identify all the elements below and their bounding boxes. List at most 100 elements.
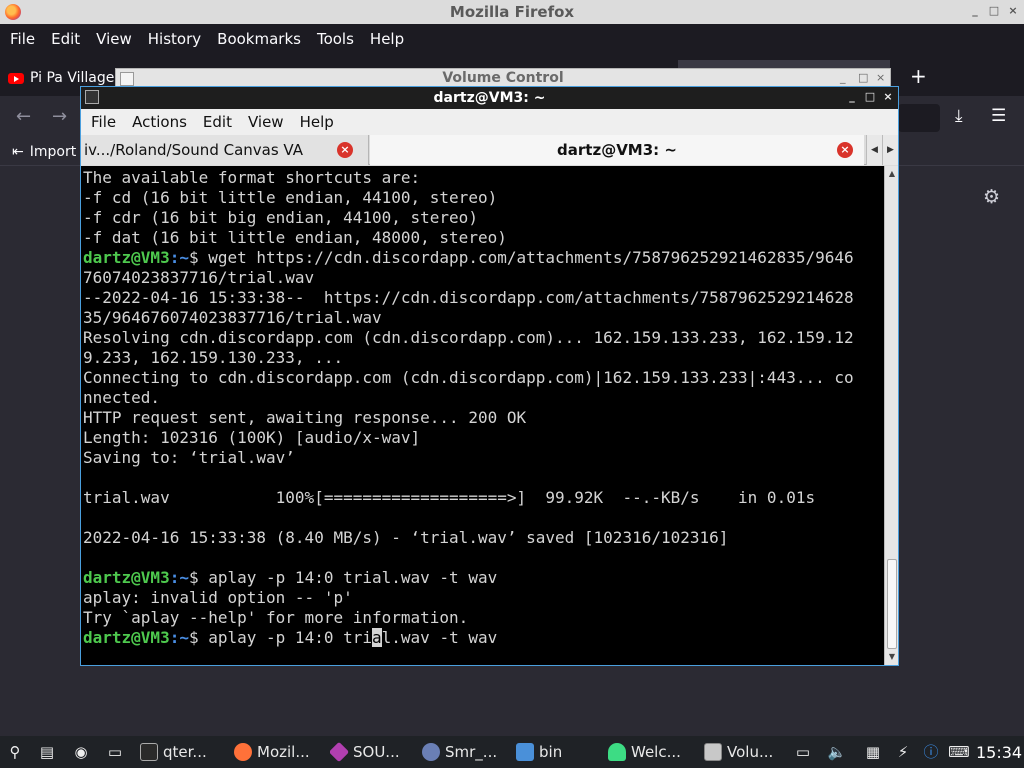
taskbar-task-volume[interactable]: Volu... xyxy=(704,738,788,766)
prompt-path: :~ xyxy=(169,568,189,587)
terminal-output[interactable]: The available format shortcuts are: -f cd… xyxy=(81,166,884,665)
gear-icon[interactable]: ⚙ xyxy=(983,186,1000,208)
volume-window-title: Volume Control xyxy=(442,70,564,86)
close-icon[interactable]: × xyxy=(1006,4,1020,17)
terminal-tab-sound-canvas[interactable]: iv.../Roland/Sound Canvas VA xyxy=(81,135,369,165)
taskbar-task-bin[interactable]: bin xyxy=(516,738,602,766)
taskbar-task-smr[interactable]: Smr_... xyxy=(422,738,510,766)
taskbar: ⚲ ▤ ◉ ▭ qter... Mozil... SOU... Smr_... … xyxy=(0,736,1024,768)
ff-menu-edit[interactable]: Edit xyxy=(43,30,88,48)
clipboard-icon[interactable]: ▦ xyxy=(862,741,884,763)
ff-menu-history[interactable]: History xyxy=(140,30,209,48)
info-icon[interactable]: ⓘ xyxy=(920,741,942,763)
firefox-logo-icon xyxy=(5,4,21,20)
ff-menu-help[interactable]: Help xyxy=(362,30,412,48)
task-label: Mozil... xyxy=(257,743,310,761)
download-icon[interactable]: ⤓ xyxy=(955,106,963,126)
terminal-lines: The available format shortcuts are: -f cd… xyxy=(83,168,854,648)
terminal-app-icon xyxy=(85,90,99,104)
close-tab-icon[interactable]: × xyxy=(337,142,353,158)
prompt-symbol: $ xyxy=(188,568,209,587)
taskbar-task-welcome[interactable]: Welc... xyxy=(608,738,698,766)
new-tab-icon[interactable]: + xyxy=(910,64,927,88)
terminal-line: 35/964676074023837716/trial.wav xyxy=(83,308,382,327)
desktop-icon[interactable]: ▭ xyxy=(104,741,126,763)
android-icon xyxy=(608,743,626,761)
close-icon[interactable]: × xyxy=(881,90,895,103)
terminal-line: dartz@VM3:~$ wget https://cdn.discordapp… xyxy=(83,248,854,268)
diamond-icon xyxy=(330,741,350,763)
keyboard-icon[interactable]: ⌨ xyxy=(948,741,970,763)
close-icon[interactable]: × xyxy=(876,71,885,84)
terminal-tab-active[interactable]: dartz@VM3: ~ xyxy=(370,135,864,165)
terminal-tabbar: iv.../Roland/Sound Canvas VA × dartz@VM3… xyxy=(81,135,898,165)
maximize-icon[interactable]: □ xyxy=(987,4,1001,17)
import-bookmarks-button[interactable]: ⇤ Import xyxy=(12,144,76,160)
terminal-line: Connecting to cdn.discordapp.com (cdn.di… xyxy=(83,368,854,387)
notes-tray-icon[interactable]: ▭ xyxy=(792,741,814,763)
maximize-icon[interactable]: □ xyxy=(863,90,877,103)
terminal-titlebar[interactable]: dartz@VM3: ~ _ □ × xyxy=(81,87,898,109)
taskbar-task-sound[interactable]: SOU... xyxy=(330,738,418,766)
volume-app-icon xyxy=(704,743,722,761)
minimize-icon[interactable]: _ xyxy=(845,90,859,103)
hamburger-menu-icon[interactable]: ☰ xyxy=(991,106,1006,126)
command-text: aplay -p 14:0 trial.wav -t wav xyxy=(208,568,498,587)
tab-scroll-left-icon[interactable]: ◀ xyxy=(866,135,882,165)
terminal-line: aplay: invalid option -- 'p' xyxy=(83,588,353,607)
scroll-down-icon[interactable]: ▼ xyxy=(886,650,898,664)
prompt-path: :~ xyxy=(169,628,189,647)
close-tab-icon[interactable]: × xyxy=(837,142,853,158)
minimize-icon[interactable]: _ xyxy=(968,4,982,17)
terminal-line: -f cdr (16 bit big endian, 44100, stereo… xyxy=(83,208,478,227)
task-label: Welc... xyxy=(631,743,681,761)
command-text: wget https://cdn.discordapp.com/attachme… xyxy=(208,248,854,267)
taskbar-task-qterminal[interactable]: qter... xyxy=(140,738,228,766)
prompt-symbol: $ xyxy=(188,248,209,267)
speaker-icon[interactable]: 🔈 xyxy=(826,741,848,763)
start-menu-icon[interactable]: ⚲ xyxy=(4,741,26,763)
taskbar-task-firefox[interactable]: Mozil... xyxy=(234,738,326,766)
term-menu-view[interactable]: View xyxy=(240,113,292,131)
forward-arrow-icon[interactable]: → xyxy=(52,106,67,127)
ff-tab-title: Pi Pa Village xyxy=(30,70,115,86)
terminal-scrollbar[interactable]: ▲ ▼ xyxy=(884,166,898,665)
scroll-up-icon[interactable]: ▲ xyxy=(886,167,898,181)
files-launcher-icon[interactable]: ▤ xyxy=(36,741,58,763)
prompt-user: dartz@VM3 xyxy=(83,568,170,587)
firefox-window-title: Mozilla Firefox xyxy=(449,3,575,21)
terminal-tab-label: iv.../Roland/Sound Canvas VA xyxy=(84,141,303,159)
firefox-launcher-icon[interactable]: ◉ xyxy=(70,741,92,763)
tab-scroll-right-icon[interactable]: ▶ xyxy=(882,135,898,165)
terminal-line: -f dat (16 bit little endian, 48000, ste… xyxy=(83,228,507,247)
term-menu-edit[interactable]: Edit xyxy=(195,113,240,131)
ff-menu-tools[interactable]: Tools xyxy=(309,30,362,48)
term-menu-help[interactable]: Help xyxy=(292,113,342,131)
terminal-line: -f cd (16 bit little endian, 44100, ster… xyxy=(83,188,498,207)
text-cursor: a xyxy=(372,628,382,647)
url-bar[interactable] xyxy=(898,104,940,132)
network-icon[interactable]: ⚡ xyxy=(892,741,914,763)
ff-menu-view[interactable]: View xyxy=(88,30,140,48)
minimize-icon[interactable]: _ xyxy=(840,71,846,84)
scrollbar-thumb[interactable] xyxy=(887,559,897,649)
terminal-line: Resolving cdn.discordapp.com (cdn.discor… xyxy=(83,328,854,347)
terminal-line: --2022-04-16 15:33:38-- https://cdn.disc… xyxy=(83,288,854,307)
term-menu-file[interactable]: File xyxy=(83,113,124,131)
terminal-line: 2022-04-16 15:33:38 (8.40 MB/s) - ‘trial… xyxy=(83,528,729,547)
back-arrow-icon[interactable]: ← xyxy=(16,106,31,127)
terminal-line: trial.wav 100%[===================>] 99.… xyxy=(83,488,816,507)
ff-menu-bookmarks[interactable]: Bookmarks xyxy=(209,30,309,48)
term-menu-actions[interactable]: Actions xyxy=(124,113,195,131)
import-label: Import xyxy=(29,144,77,160)
clock[interactable]: 15:34 xyxy=(976,743,1022,762)
terminal-line: Saving to: ‘trial.wav’ xyxy=(83,448,295,467)
terminal-icon xyxy=(140,743,158,761)
terminal-tab-label: dartz@VM3: ~ xyxy=(557,141,677,159)
ff-menu-file[interactable]: File xyxy=(2,30,43,48)
maximize-icon[interactable]: □ xyxy=(858,71,868,84)
firefox-menubar: File Edit View History Bookmarks Tools H… xyxy=(0,24,1024,54)
terminal-menubar: File Actions Edit View Help xyxy=(81,109,898,135)
command-text: aplay -p 14:0 tri xyxy=(208,628,372,647)
